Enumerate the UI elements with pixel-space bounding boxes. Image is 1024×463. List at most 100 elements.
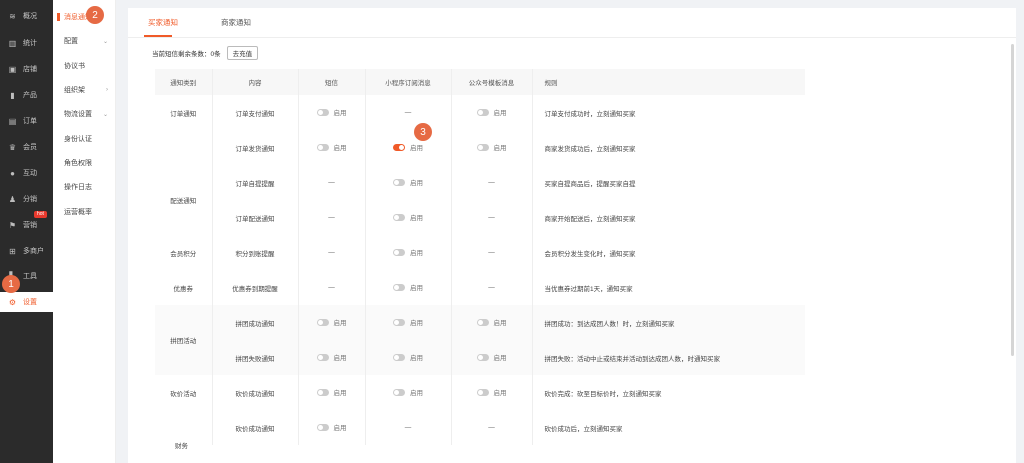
submenu-item-identity[interactable]: 身份认证	[53, 130, 116, 148]
sms-cell: 启用	[298, 95, 366, 130]
switch-icon[interactable]	[476, 143, 489, 151]
nav-item-marketing[interactable]: ⚑ 营销	[0, 215, 53, 235]
flag-icon: ⚑	[8, 220, 17, 230]
nav-item-order[interactable]: ▤ 订单	[0, 111, 53, 131]
nav-label: 店铺	[23, 66, 37, 73]
sms-toggle[interactable]: 启用	[316, 352, 347, 362]
mini-cell: —	[365, 95, 452, 130]
tab-merchant-notify[interactable]: 商家通知	[221, 17, 251, 28]
sms-toggle[interactable]: 启用	[316, 387, 347, 397]
submenu-item-notify[interactable]: 消息通知	[53, 8, 116, 26]
sms-cell: —	[298, 270, 366, 305]
nav-item-multi-merchant[interactable]: ⊞ 多商户	[0, 241, 53, 261]
switch-icon[interactable]	[316, 353, 329, 361]
tab-bar: 买家通知 商家通知	[128, 8, 1016, 38]
switch-icon[interactable]	[393, 283, 405, 291]
submenu-item-logistics[interactable]: 物流设置 ⌄	[53, 105, 116, 123]
official-toggle[interactable]: 启用	[476, 387, 507, 397]
official-toggle[interactable]: 启用	[476, 107, 507, 118]
tab-buyer-notify[interactable]: 买家通知	[148, 17, 178, 28]
table-row: 订单配送通知 — 启用 — 商家开始配送后，立刻通知买家	[155, 200, 805, 235]
switch-icon[interactable]	[476, 388, 489, 396]
nav-item-stats[interactable]: ▥ 统计	[0, 33, 53, 53]
official-toggle[interactable]: 启用	[476, 352, 507, 362]
sms-toolbar: 当前短信剩余条数：0条 去充值	[152, 46, 259, 60]
switch-icon[interactable]	[393, 213, 405, 221]
table-row: 拼团失败通知 启用 启用 启用 拼团失败：活动中止或结束并活动到达成团人数，时通知买家	[155, 340, 805, 375]
switch-icon[interactable]	[316, 423, 329, 431]
nav-item-product[interactable]: ▮ 产品	[0, 85, 53, 105]
switch-icon[interactable]	[393, 248, 405, 256]
nav-item-overview[interactable]: ≋ 概况	[0, 6, 53, 26]
sms-toggle[interactable]: 启用	[316, 142, 347, 152]
switch-icon[interactable]	[316, 108, 329, 116]
rule-cell: 订单支付成功时，立刻通知买家	[544, 110, 636, 118]
submenu-item-config[interactable]: 配置 ⌄	[53, 32, 116, 50]
rule-cell: 当优惠券过期前1天，通知买家	[544, 285, 633, 293]
layers-icon: ≋	[9, 11, 16, 21]
table-row: 砍价活动 砍价成功通知 启用 启用 启用 砍价完成：砍至目标价时，立刻通知买家	[155, 375, 805, 410]
sms-toggle[interactable]: 启用	[316, 422, 347, 432]
switch-label: 启用	[493, 110, 507, 118]
category-cell: 配送通知	[155, 165, 213, 235]
submenu-item-org[interactable]: 组织架 ›	[53, 81, 116, 99]
mini-toggle[interactable]: 启用	[393, 387, 423, 397]
switch-label: 启用	[410, 145, 423, 153]
scrollbar[interactable]	[1011, 44, 1014, 356]
nav-item-distribution[interactable]: ♟ 分销	[0, 189, 53, 209]
submenu-item-agreement[interactable]: 协议书	[53, 57, 116, 75]
sms-balance-text: 当前短信剩余条数：0条	[152, 51, 221, 58]
table-row: 砍价成功通知 启用 — — 砍价成功后，立刻通知买家	[155, 410, 805, 445]
mini-toggle[interactable]: 启用	[393, 212, 423, 222]
col-header-sms: 短信	[298, 69, 366, 95]
switch-icon[interactable]	[476, 353, 489, 361]
switch-icon[interactable]	[393, 318, 405, 326]
table-row: 订单通知 订单支付通知 启用 — 启用 订单支付成功时，立刻通知买家	[155, 95, 805, 130]
switch-icon[interactable]	[393, 353, 405, 361]
official-cell: 启用	[451, 375, 533, 410]
official-cell: —	[451, 165, 533, 200]
switch-label: 启用	[333, 320, 347, 328]
table-row: 拼团活动 拼团成功通知 启用 启用 启用 拼团成功：到达成团人数！时，立刻通知买家	[155, 305, 805, 375]
sms-toggle[interactable]: 启用	[316, 317, 347, 328]
not-applicable-dash: —	[328, 249, 335, 256]
mini-toggle[interactable]: 启用	[393, 177, 423, 187]
recharge-button[interactable]: 去充值	[226, 46, 259, 60]
submenu-item-log[interactable]: 操作日志	[53, 178, 116, 196]
chat-icon: ●	[10, 168, 15, 178]
sms-toggle[interactable]: 启用	[316, 107, 347, 117]
col-header-official-account: 公众号模板消息	[451, 69, 533, 95]
switch-icon[interactable]	[316, 143, 329, 151]
official-toggle[interactable]: 启用	[476, 142, 507, 152]
nav-item-interact[interactable]: ● 互动	[0, 163, 53, 183]
main-panel: 买家通知 商家通知 当前短信剩余条数：0条 去充值 通知类别 内容 短信 小程序…	[128, 8, 1016, 463]
settings-icon: ⚙	[8, 297, 17, 307]
not-applicable-dash: —	[488, 284, 495, 291]
switch-icon[interactable]	[316, 388, 329, 396]
share-icon: ♟	[8, 194, 17, 204]
mini-toggle[interactable]: 启用	[393, 317, 423, 327]
switch-icon[interactable]	[476, 108, 489, 116]
mini-toggle[interactable]: 启用	[393, 142, 423, 152]
switch-icon[interactable]	[393, 143, 405, 151]
submenu-item-ops[interactable]: 运营概率	[53, 203, 116, 221]
official-cell: 启用	[451, 305, 533, 340]
nav-label: 工具	[23, 273, 37, 280]
switch-icon[interactable]	[316, 318, 329, 326]
official-toggle[interactable]: 启用	[476, 317, 507, 327]
nav-item-member[interactable]: ♛ 会员	[0, 137, 53, 157]
mini-toggle[interactable]: 启用	[393, 247, 423, 257]
nav-item-store[interactable]: ▣ 店铺	[0, 59, 53, 79]
merchant-icon: ⊞	[9, 246, 16, 256]
nav-item-settings[interactable]: ⚙ 设置	[0, 292, 53, 312]
category-cell: 订单通知	[155, 95, 213, 130]
mini-cell: —	[365, 410, 452, 445]
main-nav: ≋ 概况 ▥ 统计 ▣ 店铺 ▮ 产品 ▤ 订单 ♛ 会员 ● 互动 ♟ 分销 ⚑ 营销 hot …	[0, 0, 53, 463]
switch-icon[interactable]	[393, 178, 405, 186]
mini-toggle[interactable]: 启用	[393, 352, 423, 362]
switch-icon[interactable]	[476, 318, 489, 326]
mini-toggle[interactable]: 启用	[393, 282, 423, 292]
submenu-item-roles[interactable]: 角色权限	[53, 154, 116, 172]
col-header-content: 内容	[212, 69, 299, 95]
switch-icon[interactable]	[393, 388, 405, 396]
